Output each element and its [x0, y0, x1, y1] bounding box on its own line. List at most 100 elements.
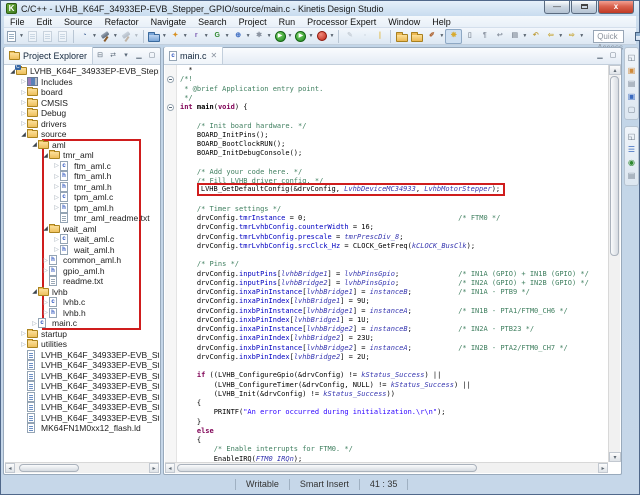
menu-window[interactable]: Window	[382, 16, 426, 28]
tree-item-lvhb-h[interactable]: ▷hlvhb.h	[42, 308, 86, 319]
menu-run[interactable]: Run	[273, 16, 302, 28]
forward-button[interactable]: ⇨▼	[564, 29, 585, 44]
minimized-view-6-icon[interactable]: ◉	[626, 157, 637, 168]
tree-item-main-c[interactable]: ▷cmain.c	[31, 318, 77, 329]
tree-item-lvhb-k64f-34933ep-evb-stepper-gpio[interactable]: LVHB_K64F_34933EP-EVB_Stepper_GPIO	[20, 381, 159, 392]
dropdown-arrow-icon[interactable]: ▼	[579, 33, 584, 39]
dropdown-arrow-icon[interactable]: ▼	[246, 33, 251, 39]
scroll-thumb[interactable]	[610, 76, 619, 256]
tree-item-lvhb-c[interactable]: ▷clvhb.c	[42, 297, 85, 308]
restore-views-icon[interactable]: ◱	[626, 52, 637, 63]
refresh-button[interactable]: r▼	[189, 29, 210, 44]
minimize-icon[interactable]: ▁	[134, 51, 144, 61]
dropdown-arrow-icon[interactable]: ▼	[329, 33, 334, 39]
editor-hscrollbar[interactable]: ◂ ▸	[165, 462, 608, 473]
twistie-closed-icon[interactable]: ▷	[20, 89, 27, 96]
debug-history-button[interactable]: ◔▼	[77, 29, 98, 44]
tree-item-includes[interactable]: ▷Includes	[20, 77, 73, 88]
project-tree[interactable]: ◢CLVHB_K64F_34933EP-EVB_Stepper_GPIO▷Inc…	[5, 65, 159, 462]
toggle-mark-occurrences-button[interactable]: ❋	[445, 29, 462, 44]
twistie-open-icon[interactable]: ◢	[42, 152, 49, 159]
twistie-closed-icon[interactable]: ▷	[20, 330, 27, 337]
tree-item-lvhb-k64f-34933ep-evb-stepper-gpio[interactable]: LVHB_K64F_34933EP-EVB_Stepper_GPIO	[20, 413, 159, 424]
scroll-left-icon[interactable]: ◂	[165, 463, 175, 473]
maximize-window-button[interactable]	[571, 1, 597, 14]
tree-item-common-aml-h[interactable]: ▷hcommon_aml.h	[42, 255, 121, 266]
restore-views-2-icon[interactable]: ◱	[626, 131, 637, 142]
quick-access-input[interactable]: Quick Access	[593, 30, 624, 43]
tree-item-lvhb-k64f-34933ep-evb-stepper-gpio[interactable]: LVHB_K64F_34933EP-EVB_Stepper_GPIO	[20, 392, 159, 403]
dropdown-arrow-icon[interactable]: ▼	[113, 33, 118, 39]
twistie-closed-icon[interactable]: ▷	[20, 78, 27, 85]
link-with-editor-icon[interactable]: ⇄	[108, 51, 118, 61]
tree-item-lvhb-k64f-34933ep-evb-stepper-gpio[interactable]: LVHB_K64F_34933EP-EVB_Stepper_GPIO	[20, 402, 159, 413]
code-area[interactable]: */*! * @brief Application entry point. *…	[180, 66, 608, 462]
tree-item-source[interactable]: ◢source	[20, 129, 67, 140]
editor-tab-main-c[interactable]: c main.c ✕	[164, 47, 223, 64]
twistie-closed-icon[interactable]: ▷	[42, 257, 49, 264]
tree-item-startup[interactable]: ▷startup	[20, 329, 67, 340]
external-config-button[interactable]: ✱▼	[252, 29, 273, 44]
menu-edit[interactable]: Edit	[31, 16, 59, 28]
tree-item-lvhb[interactable]: ◢lvhb	[31, 287, 68, 298]
maximize-editor-icon[interactable]: ▢	[608, 51, 618, 61]
minimize-editor-icon[interactable]: ▁	[595, 51, 605, 61]
scroll-left-icon[interactable]: ◂	[5, 463, 15, 473]
twistie-closed-icon[interactable]: ▷	[31, 320, 38, 327]
maximize-icon[interactable]: ▢	[147, 51, 157, 61]
format-brush-button[interactable]: ✐▼	[424, 29, 445, 44]
dropdown-arrow-icon[interactable]: ▼	[267, 33, 272, 39]
title-bar[interactable]: K C/C++ - LVHB_K64F_34933EP-EVB_Stepper_…	[1, 1, 639, 16]
minimized-view-7-icon[interactable]: ▤	[626, 170, 637, 181]
twistie-closed-icon[interactable]: ▷	[42, 309, 49, 316]
collapse-all-icon[interactable]: ⊟	[95, 51, 105, 61]
fold-collapse-icon[interactable]	[167, 104, 174, 111]
menu-processor-expert[interactable]: Processor Expert	[301, 16, 382, 28]
dropdown-arrow-icon[interactable]: ▼	[439, 33, 444, 39]
minimized-view-1-icon[interactable]: ▣	[626, 65, 637, 76]
minimized-view-5-icon[interactable]: ☰	[626, 144, 637, 155]
project-explorer-tab[interactable]: Project Explorer	[4, 47, 93, 64]
fold-collapse-icon[interactable]	[167, 76, 174, 83]
editor-body[interactable]: */*! * @brief Application entry point. *…	[165, 65, 608, 462]
dropdown-arrow-icon[interactable]: ▼	[134, 33, 139, 39]
run-button[interactable]: ▶▼	[293, 29, 314, 44]
tree-item-tmr-aml-readme-txt[interactable]: tmr_aml_readme.txt	[53, 213, 150, 224]
tree-item-tpm-aml-c[interactable]: ▷ctpm_aml.c	[53, 192, 113, 203]
tree-item-gpio-aml-h[interactable]: ▷hgpio_aml.h	[42, 266, 105, 277]
menu-file[interactable]: File	[4, 16, 31, 28]
minimized-view-3-icon[interactable]: ▣	[626, 91, 637, 102]
dropdown-arrow-icon[interactable]: ▼	[183, 33, 188, 39]
twistie-closed-icon[interactable]: ▷	[53, 173, 60, 180]
explorer-hscrollbar[interactable]: ◂ ▸	[5, 462, 159, 473]
word-wrap-button[interactable]: ↩	[492, 29, 507, 44]
tree-item-cmsis[interactable]: ▷CMSIS	[20, 98, 68, 109]
back-button[interactable]: ⇦▼	[543, 29, 564, 44]
toggle-breakpoint-button[interactable]: ❘	[372, 29, 387, 44]
scroll-down-icon[interactable]: ▾	[609, 452, 621, 462]
twistie-closed-icon[interactable]: ▷	[53, 204, 60, 211]
tree-item-tmr-aml[interactable]: ◢tmr_aml	[42, 150, 94, 161]
tree-item-wait-aml-h[interactable]: ▷hwait_aml.h	[53, 245, 115, 256]
dropdown-arrow-icon[interactable]: ▼	[162, 33, 167, 39]
menu-project[interactable]: Project	[233, 16, 273, 28]
twistie-closed-icon[interactable]: ▷	[53, 194, 60, 201]
tree-item-drivers[interactable]: ▷drivers	[20, 119, 67, 130]
dropdown-arrow-icon[interactable]: ▼	[225, 33, 230, 39]
menu-refactor[interactable]: Refactor	[99, 16, 145, 28]
build-button[interactable]: ▼	[98, 29, 119, 44]
open-element-button[interactable]	[394, 29, 409, 44]
tree-item-ftm-aml-c[interactable]: ▷cftm_aml.c	[53, 161, 111, 172]
twistie-closed-icon[interactable]: ▷	[20, 341, 27, 348]
minimized-view-2-icon[interactable]: ▤	[626, 78, 637, 89]
close-window-button[interactable]: x	[598, 1, 634, 14]
minimized-view-4-icon[interactable]: ▢	[626, 104, 637, 115]
twistie-closed-icon[interactable]: ▷	[42, 267, 49, 274]
dropdown-arrow-icon[interactable]: ▼	[558, 33, 563, 39]
scroll-thumb[interactable]	[177, 464, 477, 472]
open-resource-button[interactable]	[409, 29, 424, 44]
tree-item-aml[interactable]: ◢aml	[31, 140, 66, 151]
menu-search[interactable]: Search	[192, 16, 233, 28]
twistie-open-icon[interactable]: ◢	[31, 288, 38, 295]
twistie-closed-icon[interactable]: ▷	[53, 236, 60, 243]
